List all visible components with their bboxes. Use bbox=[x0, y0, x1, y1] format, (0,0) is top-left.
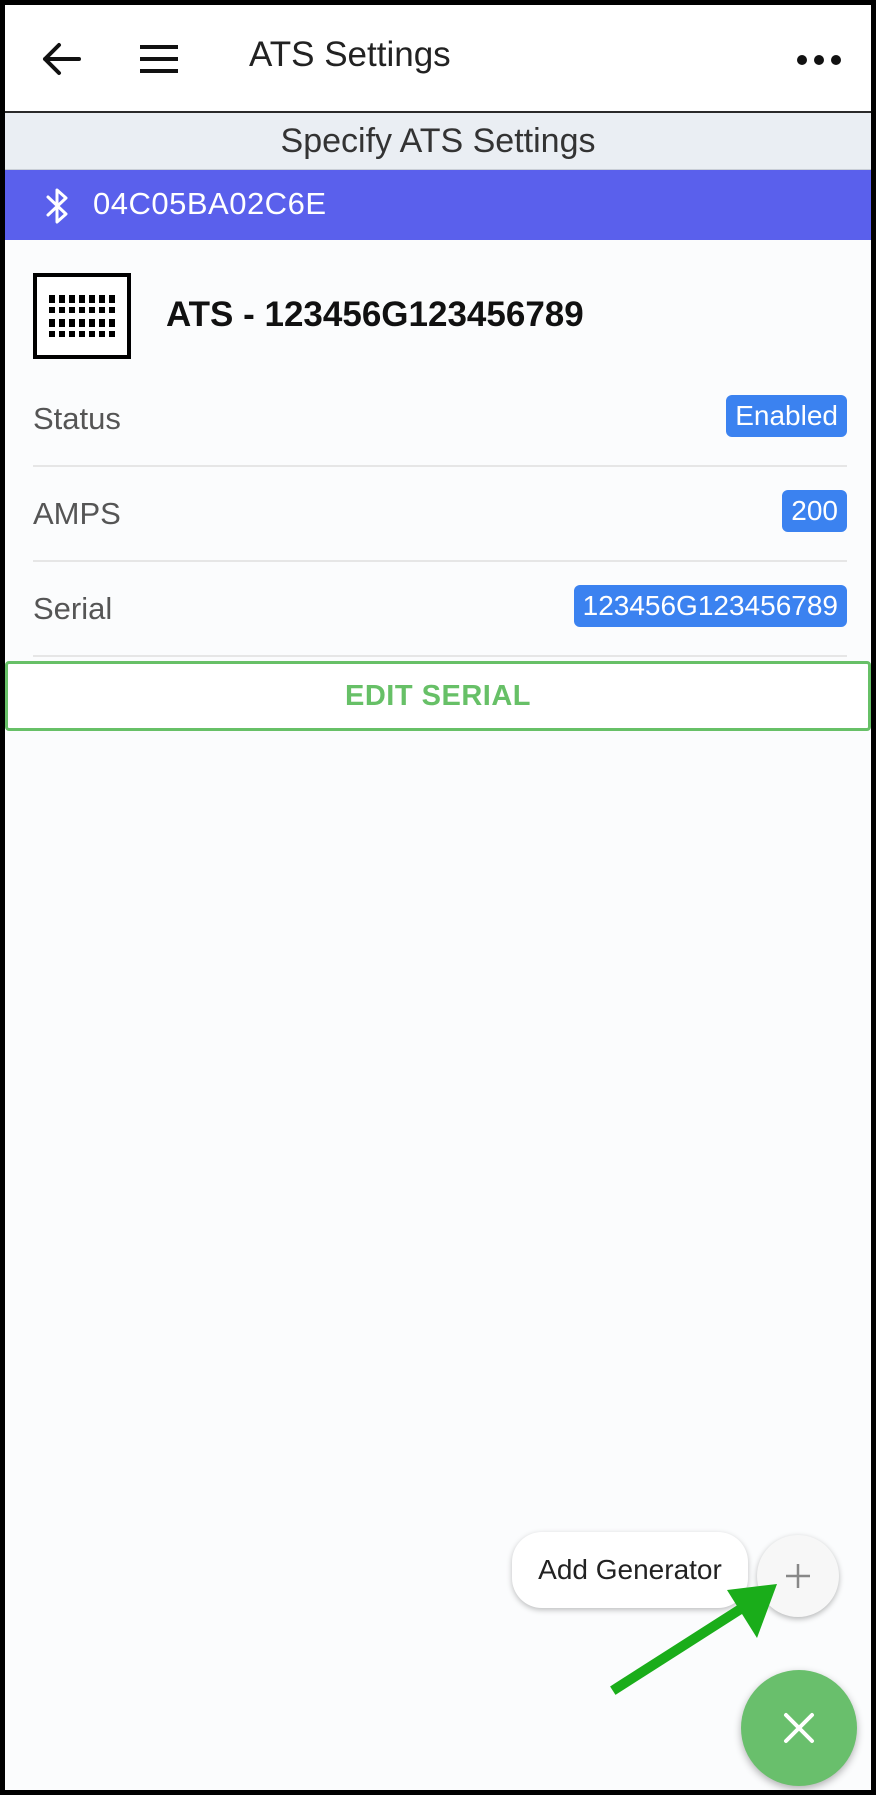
amps-row: AMPS 200 bbox=[33, 466, 847, 562]
app-bar: ATS Settings bbox=[5, 5, 871, 113]
serial-badge: 123456G123456789 bbox=[573, 585, 847, 627]
more-horizontal-icon[interactable] bbox=[795, 45, 843, 75]
edit-serial-button[interactable]: EDIT SERIAL bbox=[5, 661, 871, 731]
status-row: Status Enabled bbox=[33, 371, 847, 467]
status-label: Status bbox=[33, 401, 121, 436]
amps-badge: 200 bbox=[782, 490, 847, 532]
status-badge: Enabled bbox=[726, 395, 847, 437]
serial-row: Serial 123456G123456789 bbox=[33, 561, 847, 657]
serial-label: Serial bbox=[33, 591, 113, 626]
page-title: ATS Settings bbox=[249, 35, 451, 74]
amps-label: AMPS bbox=[33, 496, 121, 531]
pointer-arrow-icon bbox=[610, 1584, 777, 1695]
close-icon bbox=[784, 1713, 814, 1743]
close-fab-button[interactable] bbox=[741, 1670, 857, 1786]
bluetooth-bar: 04C05BA02C6E bbox=[5, 170, 871, 240]
hamburger-icon[interactable] bbox=[138, 39, 180, 79]
ats-panel-icon bbox=[33, 273, 131, 359]
screen: ATS Settings Specify ATS Settings 04C05B… bbox=[0, 0, 876, 1795]
plus-icon bbox=[786, 1564, 810, 1588]
bluetooth-icon bbox=[46, 188, 68, 224]
arrow-left-icon[interactable] bbox=[39, 37, 83, 81]
device-title: ATS - 123456G123456789 bbox=[166, 295, 584, 334]
bluetooth-device-id: 04C05BA02C6E bbox=[93, 186, 327, 221]
section-header: Specify ATS Settings bbox=[5, 113, 871, 170]
